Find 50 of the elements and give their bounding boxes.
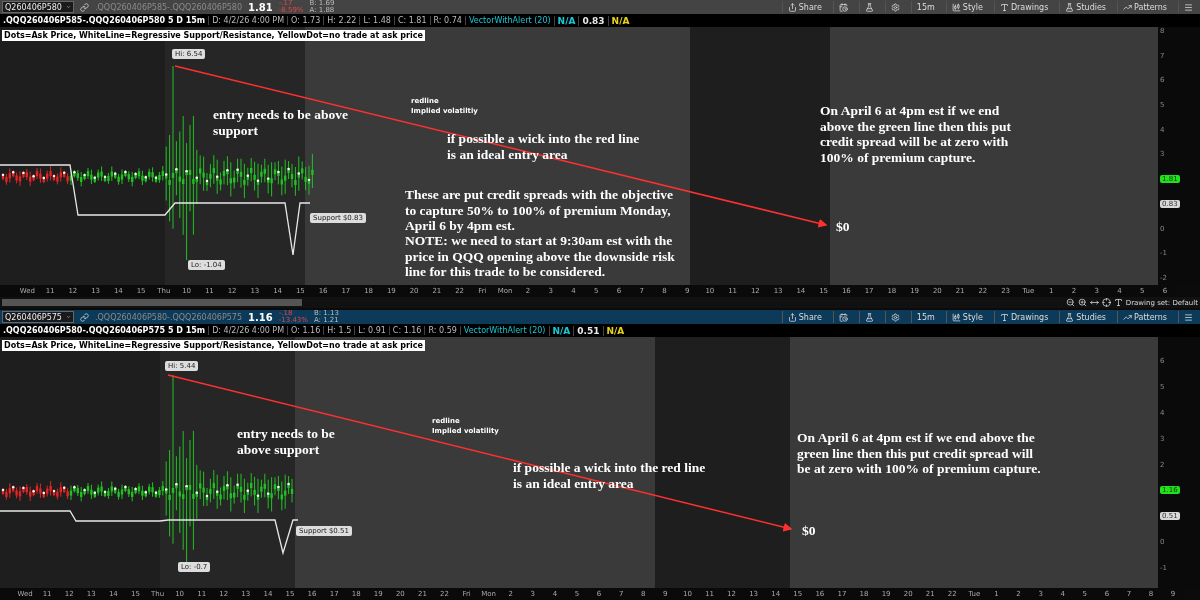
study-value: N/A <box>607 15 633 26</box>
chart-legend: Dots=Ask Price, WhiteLine=Regressive Support/Resistance, YellowDot=no trade at ask price <box>2 340 425 351</box>
quote-field: L: 0.91 <box>354 326 389 335</box>
study-value: N/A <box>553 15 579 26</box>
toolbar-button[interactable]: Drawings <box>993 1 1054 13</box>
chart-note: These are put credit spreads with the objective to capture 50% to 100% of premium Monday, April 6 by 4pm est. <box>405 187 675 234</box>
quote-field: D: 4/2/26 4:00 PM <box>208 16 288 25</box>
symbol-field[interactable]: Q260406P575 <box>2 311 74 323</box>
chart-note: On April 6 at 4pm est if we end above the green line then this put credit spread will be at zero with 100% of premium capture. <box>797 430 1042 477</box>
quote-field: C: 1.16 <box>388 326 425 335</box>
quote-field: D: 4/2/26 4:00 PM <box>208 326 288 335</box>
chart-note: $0 <box>802 523 817 539</box>
quote-field: O: 1.16 <box>287 326 324 335</box>
study-name: VectorWithAlert (20) <box>464 16 554 25</box>
quote-field: R: 0.59 <box>424 326 460 335</box>
chart-title: .QQQ260406P580-.QQQ260406P575 5 D 15m <box>2 326 207 335</box>
symbol-field[interactable]: Q260406P580 <box>2 1 74 13</box>
toolbar-button[interactable]: Patterns <box>1117 311 1172 323</box>
spread-symbol: .QQQ260406P580-.QQQ260406P575 <box>95 312 243 322</box>
toolbar-button[interactable]: 15m <box>910 311 940 323</box>
study-value: N/A <box>602 325 628 336</box>
quote-field: C: 1.81 <box>393 16 430 25</box>
study-name: VectorWithAlert (20) <box>459 326 549 335</box>
toolbar-button[interactable]: Studies <box>1059 311 1112 323</box>
quote-field: L: 1.48 <box>359 16 394 25</box>
chart-note: $0 <box>836 219 851 235</box>
quote-field: O: 1.73 <box>287 16 324 25</box>
study-value: 0.83 <box>578 15 608 26</box>
chart-note: entry needs to be above support <box>237 426 336 457</box>
spread-symbol: .QQQ260406P585-.QQQ260406P580 <box>95 2 243 12</box>
toolbar-button[interactable]: Share <box>781 1 827 13</box>
last-price: 1.81 <box>248 1 273 13</box>
toolbar-button[interactable]: 15m <box>910 1 940 13</box>
toolbar-button[interactable]: Share <box>781 311 827 323</box>
toolbar-button[interactable]: Style <box>945 311 988 323</box>
last-price: 1.16 <box>248 311 273 323</box>
chart-note: entry needs to be above support <box>213 107 348 138</box>
chart-legend: Dots=Ask Price, WhiteLine=Regressive Support/Resistance, YellowDot=no trade at ask price <box>2 30 425 41</box>
study-value: N/A <box>548 325 574 336</box>
chart-title: .QQQ260406P585-.QQQ260406P580 5 D 15m <box>2 16 207 25</box>
toolbar-button[interactable]: Patterns <box>1117 1 1172 13</box>
chart-note: On April 6 at 4pm est if we end above the green line then this put credit spread will be at zero with 100% of premium capture. <box>820 103 1012 165</box>
chart-note: NOTE: we need to start at 9:30am est with the price in QQQ opening above the downside risk line for this trade to be considered. <box>405 233 676 280</box>
toolbar-button[interactable]: Studies <box>1059 1 1112 13</box>
quote-field: R: 0.74 <box>429 16 465 25</box>
quote-field: H: 2.22 <box>323 16 360 25</box>
quote-field: H: 1.5 <box>323 326 355 335</box>
toolbar-button[interactable]: Style <box>945 1 988 13</box>
study-value: 0.51 <box>573 325 603 336</box>
toolbar-button[interactable]: Drawings <box>993 311 1054 323</box>
